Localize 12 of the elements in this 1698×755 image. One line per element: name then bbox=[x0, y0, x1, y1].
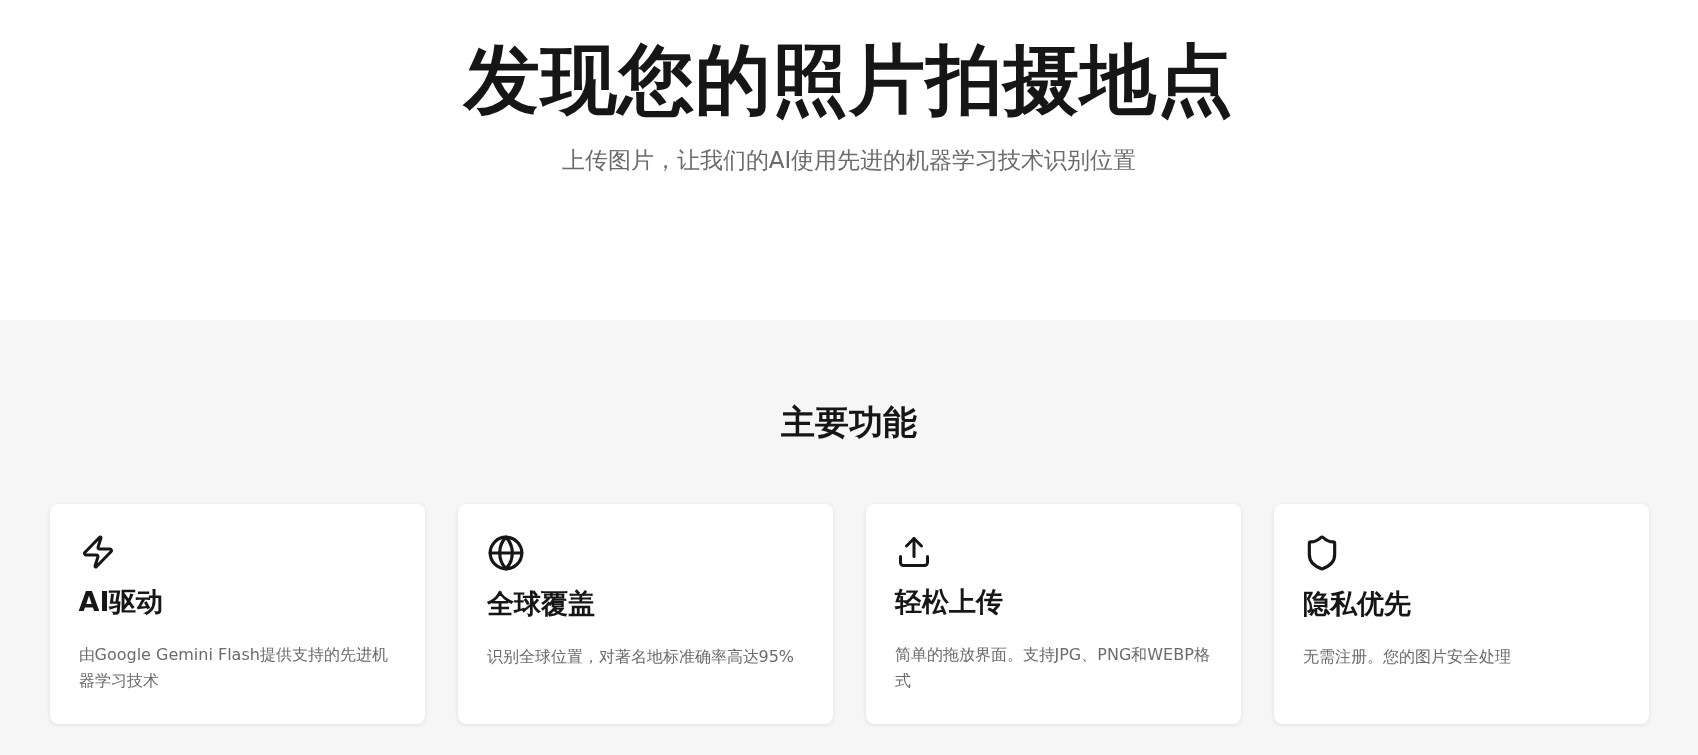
hero-title: 发现您的照片拍摄地点 bbox=[464, 36, 1234, 124]
feature-description: 简单的拖放界面。支持JPG、PNG和WEBP格式 bbox=[894, 644, 1211, 692]
feature-title: 隐私优先 bbox=[1302, 587, 1411, 621]
feature-description: 由Google Gemini Flash提供支持的先进机器学习技术 bbox=[78, 644, 389, 692]
feature-description: 识别全球位置，对著名地标准确率高达95% bbox=[486, 646, 795, 668]
feature-title: 全球覆盖 bbox=[486, 587, 595, 621]
feature-title: AI驱动 bbox=[78, 585, 164, 619]
feature-title: 轻松上传 bbox=[894, 585, 1003, 619]
hero-subtitle: 上传图片，让我们的AI使用先进的机器学习技术识别位置 bbox=[561, 146, 1137, 176]
globe-icon bbox=[486, 534, 525, 572]
section-heading: 主要功能 bbox=[781, 401, 917, 444]
feature-description: 无需注册。您的图片安全处理 bbox=[1302, 646, 1511, 668]
